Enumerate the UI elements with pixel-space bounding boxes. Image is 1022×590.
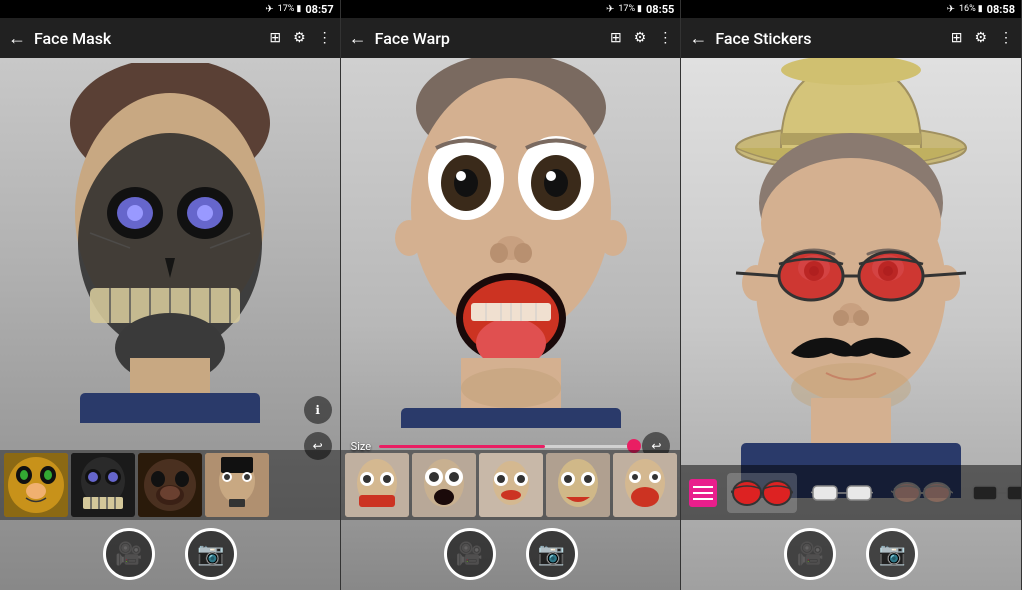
battery-3: 16% bbox=[959, 4, 976, 14]
camera-button-1[interactable]: 📷 bbox=[185, 528, 237, 580]
skull-mask-face bbox=[60, 63, 280, 423]
back-button-3[interactable]: ← bbox=[689, 28, 707, 49]
sticker-red-glasses[interactable] bbox=[727, 473, 797, 513]
camera-button-2[interactable]: 📷 bbox=[526, 528, 578, 580]
video-button-3[interactable]: 🎥 bbox=[784, 528, 836, 580]
sticker-dark-glasses[interactable] bbox=[967, 477, 1021, 509]
app-bar-icons-1: ⊞ ⚙ ⋮ bbox=[269, 30, 331, 46]
face-mask-panel: ✈ 17% ▮ 08:57 ← Face Mask ⊞ ⚙ ⋮ bbox=[0, 0, 341, 590]
flight-icon-1: ✈ bbox=[265, 4, 273, 15]
status-icons-2: 17% ▮ bbox=[618, 4, 642, 14]
menu-line-3 bbox=[693, 498, 713, 500]
sticker-menu-button[interactable] bbox=[689, 479, 717, 507]
back-button-1[interactable]: ← bbox=[8, 28, 26, 49]
thumb-warp-4[interactable] bbox=[546, 453, 610, 517]
video-switch-icon-2[interactable]: ⊞ bbox=[610, 30, 622, 46]
sticker-face bbox=[726, 58, 976, 498]
content-1: ℹ ↩ bbox=[0, 58, 340, 590]
thumb-warp-5[interactable] bbox=[613, 453, 677, 517]
more-icon-2[interactable]: ⋮ bbox=[658, 30, 672, 46]
flight-icon-2: ✈ bbox=[606, 4, 614, 15]
content-3: 🎥 📷 bbox=[681, 58, 1021, 590]
settings-icon-1[interactable]: ⚙ bbox=[293, 30, 306, 46]
camera-button-3[interactable]: 📷 bbox=[866, 528, 918, 580]
more-icon-3[interactable]: ⋮ bbox=[999, 30, 1013, 46]
thumb-gorilla[interactable] bbox=[138, 453, 202, 517]
status-icons-3: 16% ▮ bbox=[959, 4, 983, 14]
video-switch-icon-1[interactable]: ⊞ bbox=[269, 30, 281, 46]
face-warp-panel: ✈ 17% ▮ 08:55 ← Face Warp ⊞ ⚙ ⋮ bbox=[341, 0, 682, 590]
thumb-jaguar[interactable] bbox=[4, 453, 68, 517]
status-bar-3: ✈ 16% ▮ 08:58 bbox=[681, 0, 1021, 18]
battery-2: 17% bbox=[618, 4, 635, 14]
app-title-3: Face Stickers bbox=[715, 29, 942, 48]
status-bar-2: ✈ 17% ▮ 08:55 bbox=[341, 0, 681, 18]
app-bar-2: ← Face Warp ⊞ ⚙ ⋮ bbox=[341, 18, 681, 58]
menu-line-1 bbox=[693, 486, 713, 488]
time-2: 08:55 bbox=[646, 3, 674, 16]
sticker-aviator-glasses[interactable] bbox=[887, 475, 957, 511]
battery-icon-3: ▮ bbox=[978, 4, 983, 14]
thumb-lincoln[interactable] bbox=[205, 453, 269, 517]
bottom-controls-2: 🎥 📷 bbox=[341, 528, 681, 580]
menu-lines bbox=[693, 486, 713, 500]
warp-thumb-5 bbox=[613, 453, 677, 517]
red-glasses-icon bbox=[731, 477, 793, 509]
more-icon-1[interactable]: ⋮ bbox=[318, 30, 332, 46]
thumb-strip-2 bbox=[341, 450, 681, 520]
video-switch-icon-3[interactable]: ⊞ bbox=[951, 30, 963, 46]
gorilla-thumb bbox=[138, 453, 202, 517]
settings-icon-3[interactable]: ⚙ bbox=[974, 30, 987, 46]
sticker-strip-3 bbox=[681, 465, 1021, 520]
thumb-warp-3[interactable] bbox=[479, 453, 543, 517]
white-sunglasses-icon bbox=[811, 480, 873, 506]
skull-thumb bbox=[71, 453, 135, 517]
lincoln-thumb bbox=[205, 453, 269, 517]
settings-icon-2[interactable]: ⚙ bbox=[634, 30, 647, 46]
warp-thumb-4 bbox=[546, 453, 610, 517]
app-title-2: Face Warp bbox=[375, 29, 602, 48]
sticker-white-sunglasses[interactable] bbox=[807, 476, 877, 510]
back-button-2[interactable]: ← bbox=[349, 28, 367, 49]
app-bar-icons-3: ⊞ ⚙ ⋮ bbox=[951, 30, 1013, 46]
app-bar-icons-2: ⊞ ⚙ ⋮ bbox=[610, 30, 672, 46]
bottom-controls-1: 🎥 📷 bbox=[0, 528, 340, 580]
status-bar-1: ✈ 17% ▮ 08:57 bbox=[0, 0, 340, 18]
video-button-2[interactable]: 🎥 bbox=[444, 528, 496, 580]
thumb-warp-1[interactable] bbox=[345, 453, 409, 517]
video-button-1[interactable]: 🎥 bbox=[103, 528, 155, 580]
content-2: Size ↩ bbox=[341, 58, 681, 590]
bottom-controls-3: 🎥 📷 bbox=[681, 528, 1021, 580]
time-3: 08:58 bbox=[987, 3, 1015, 16]
thumb-skull-face[interactable] bbox=[71, 453, 135, 517]
warp-thumb-2 bbox=[412, 453, 476, 517]
battery-1: 17% bbox=[278, 4, 295, 14]
app-title-1: Face Mask bbox=[34, 29, 261, 48]
app-bar-1: ← Face Mask ⊞ ⚙ ⋮ bbox=[0, 18, 340, 58]
battery-icon-2: ▮ bbox=[637, 4, 642, 14]
face-stickers-panel: ✈ 16% ▮ 08:58 ← Face Stickers ⊞ ⚙ ⋮ bbox=[681, 0, 1022, 590]
slider-track[interactable] bbox=[379, 445, 634, 448]
app-bar-3: ← Face Stickers ⊞ ⚙ ⋮ bbox=[681, 18, 1021, 58]
info-button-1[interactable]: ℹ bbox=[304, 396, 332, 424]
warp-thumb-3 bbox=[479, 453, 543, 517]
thumb-warp-2[interactable] bbox=[412, 453, 476, 517]
flight-icon-3: ✈ bbox=[947, 4, 955, 15]
warp-thumb-1 bbox=[345, 453, 409, 517]
jaguar-thumb bbox=[4, 453, 68, 517]
menu-line-2 bbox=[693, 492, 713, 494]
thumb-strip-1 bbox=[0, 450, 340, 520]
slider-fill bbox=[379, 445, 545, 448]
aviator-glasses-icon bbox=[891, 479, 953, 507]
time-1: 08:57 bbox=[305, 3, 333, 16]
battery-icon-1: ▮ bbox=[296, 4, 301, 14]
status-icons-1: 17% ▮ bbox=[278, 4, 302, 14]
warp-face bbox=[381, 58, 641, 428]
dark-glasses-icon bbox=[971, 481, 1021, 505]
